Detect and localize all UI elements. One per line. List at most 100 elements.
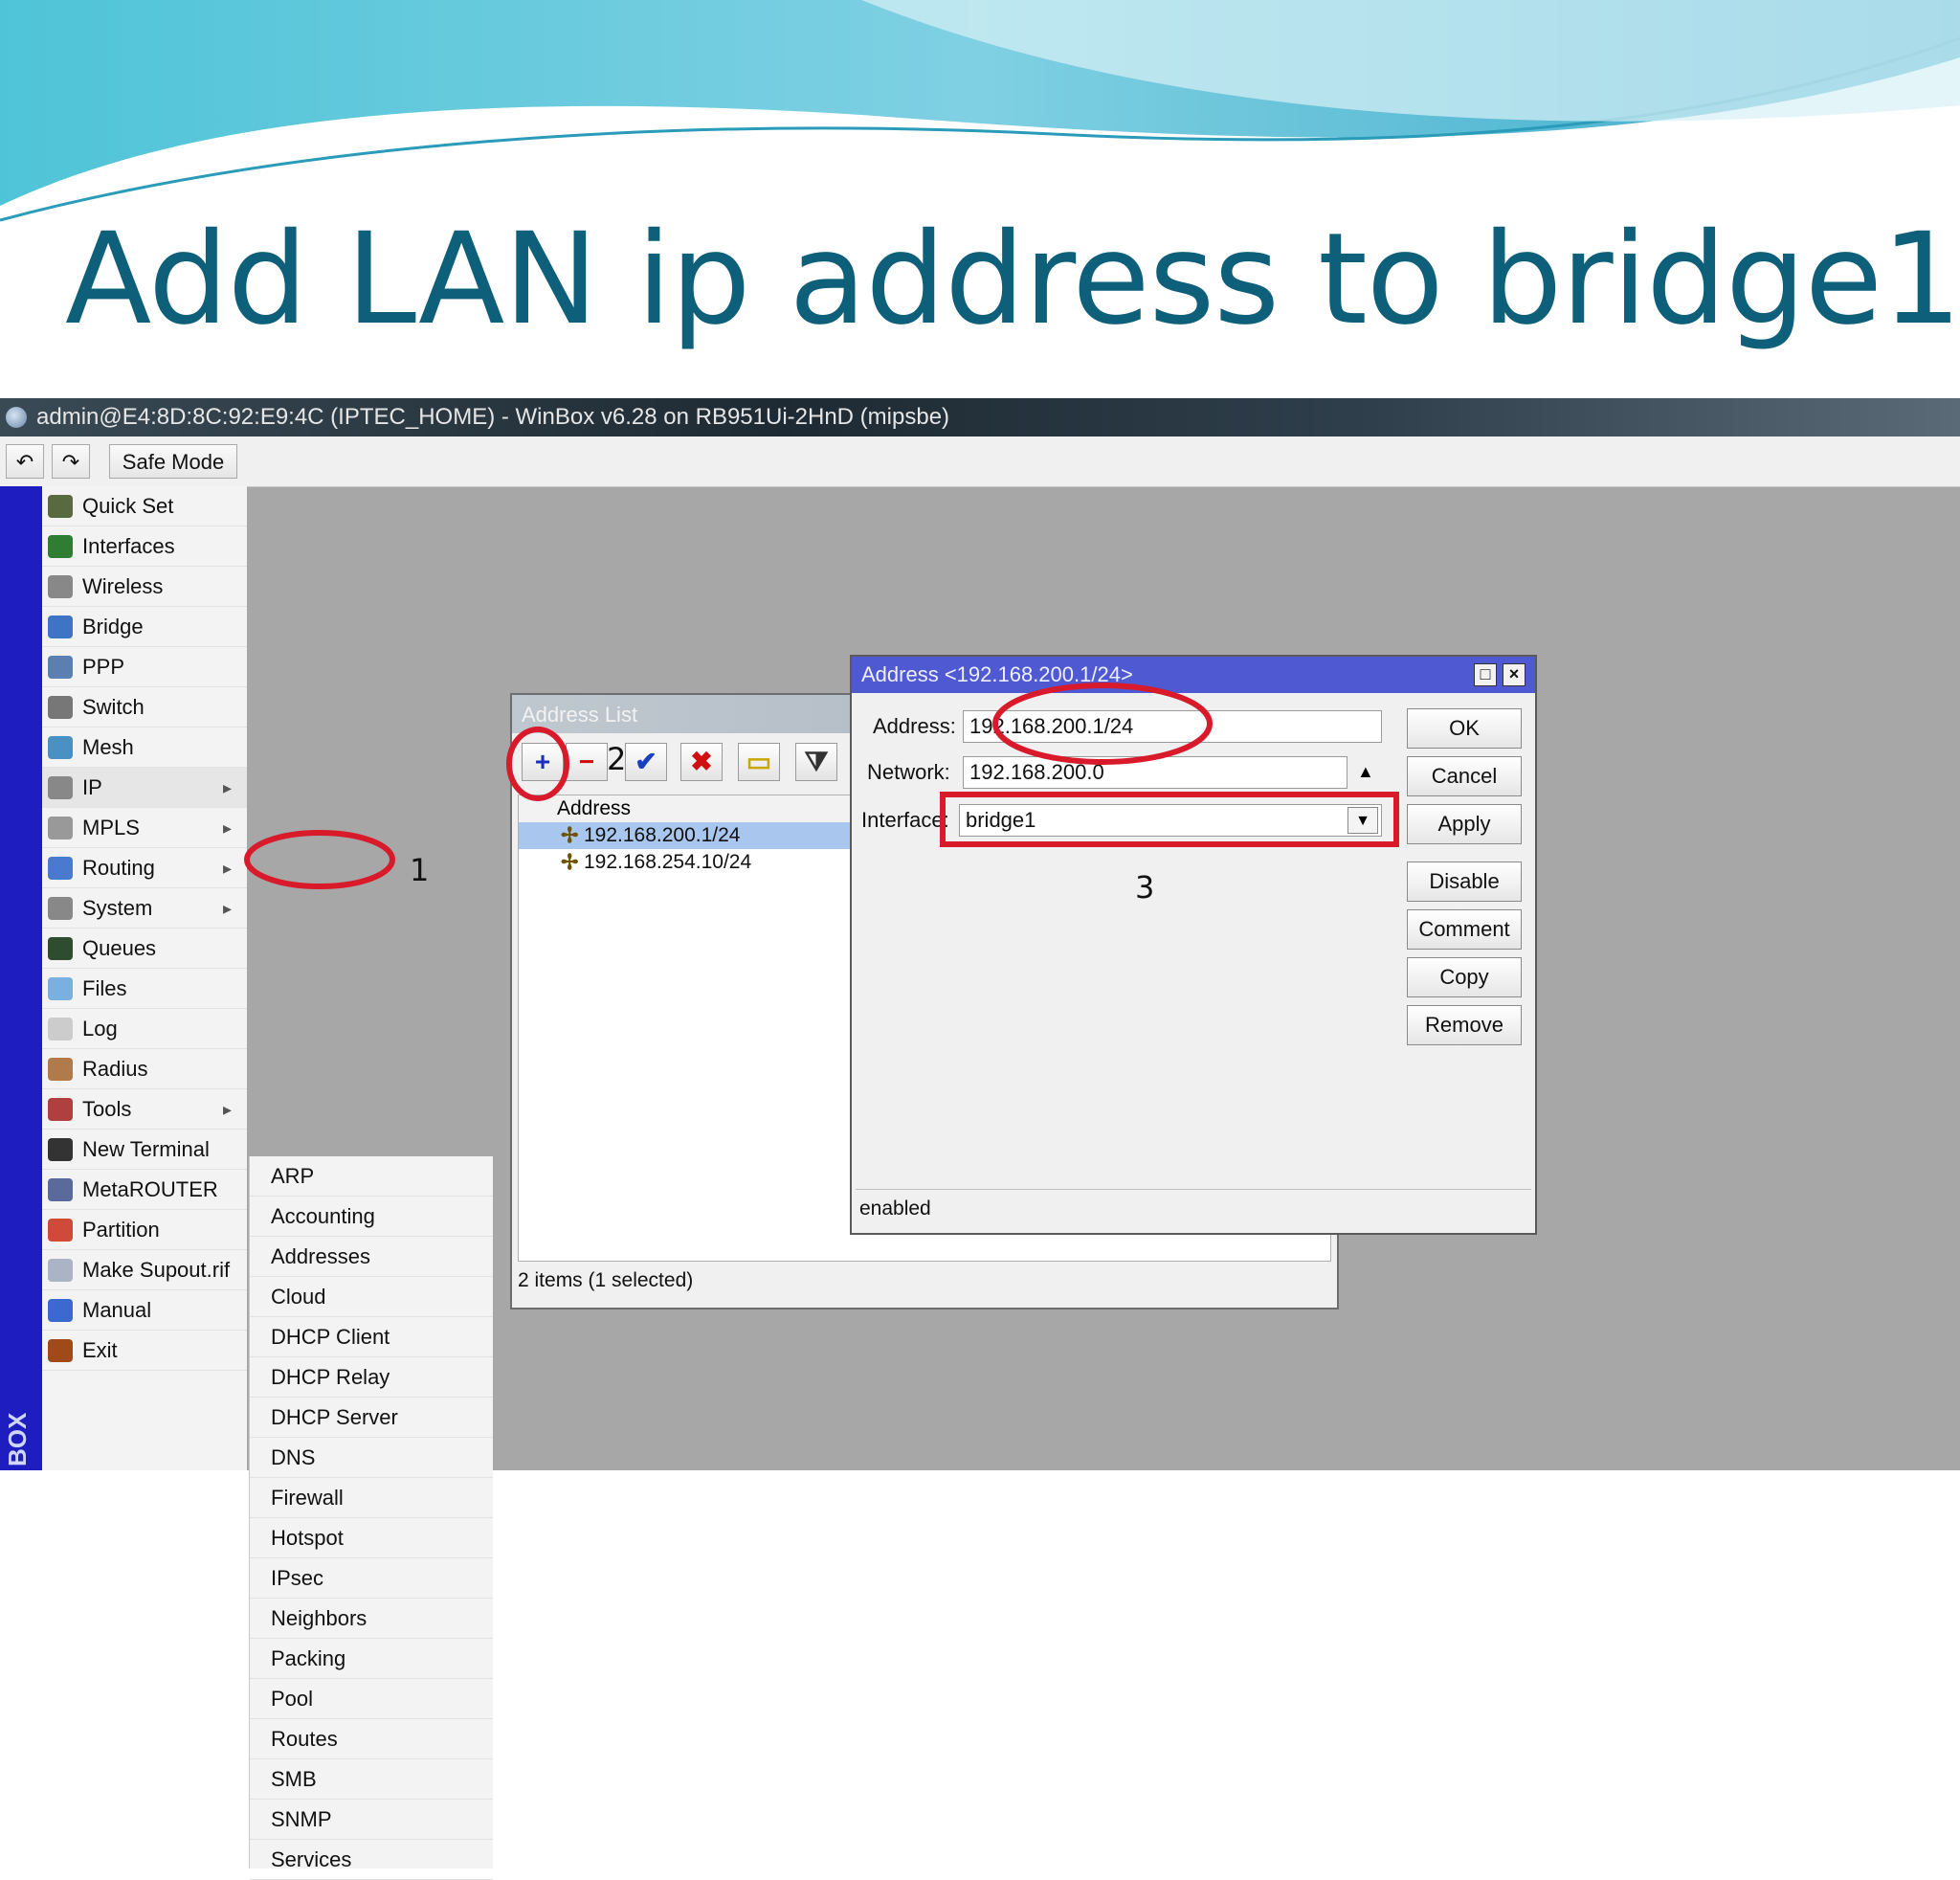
- sidebar-item-ip[interactable]: IP ▸: [42, 768, 247, 808]
- sidebar-item-label: Make Supout.rif: [82, 1258, 231, 1282]
- tools-icon: [48, 1098, 73, 1121]
- sidebar-menu: Quick Set Interfaces Wireless Bridge PPP Swit…: [42, 486, 247, 1470]
- copy-button[interactable]: Copy: [1407, 957, 1522, 997]
- check-icon: ✔: [635, 747, 657, 776]
- sidebar-item-label: Interfaces: [82, 534, 175, 558]
- redo-button[interactable]: ↷: [52, 444, 90, 479]
- ip-submenu-item-dhcp-server[interactable]: DHCP Server: [250, 1398, 493, 1438]
- ip-address-icon: ✢: [561, 823, 579, 847]
- sidebar-item-wireless[interactable]: Wireless: [42, 567, 247, 607]
- column-header-address[interactable]: Address: [557, 795, 631, 822]
- address-cell: 192.168.200.1/24: [584, 824, 741, 846]
- sidebar-item-radius[interactable]: Radius: [42, 1049, 247, 1089]
- ip-submenu-item-routes[interactable]: Routes: [250, 1719, 493, 1759]
- undo-icon: ↶: [15, 450, 34, 474]
- sidebar-item-partition[interactable]: Partition: [42, 1210, 247, 1250]
- ip-submenu-item-ipsec[interactable]: IPsec: [250, 1558, 493, 1599]
- apply-button[interactable]: Apply: [1407, 804, 1522, 844]
- ip-submenu-item-dhcp-relay[interactable]: DHCP Relay: [250, 1357, 493, 1398]
- sidebar-item-exit[interactable]: Exit: [42, 1331, 247, 1371]
- filter-button[interactable]: ⧩: [795, 743, 837, 781]
- ip-submenu-item-smb[interactable]: SMB: [250, 1759, 493, 1800]
- sidebar-item-log[interactable]: Log: [42, 1009, 247, 1049]
- ip-submenu-item-snmp[interactable]: SNMP: [250, 1800, 493, 1840]
- safe-mode-button[interactable]: Safe Mode: [109, 444, 237, 479]
- interfaces-icon: [48, 535, 73, 558]
- disable-button[interactable]: Disable: [1407, 862, 1522, 902]
- sidebar-item-label: IP: [82, 775, 102, 799]
- ip-submenu-item-cloud[interactable]: Cloud: [250, 1277, 493, 1317]
- sidebar-item-ppp[interactable]: PPP: [42, 647, 247, 687]
- winbox-app-icon: [6, 407, 27, 428]
- submenu-arrow-icon: ▸: [222, 899, 232, 918]
- cross-icon: ✖: [690, 747, 713, 776]
- disable-button[interactable]: ✖: [680, 743, 723, 781]
- ip-submenu-item-dhcp-client[interactable]: DHCP Client: [250, 1317, 493, 1357]
- sidebar-item-system[interactable]: System ▸: [42, 888, 247, 929]
- sidebar-item-new-terminal[interactable]: New Terminal: [42, 1130, 247, 1170]
- sidebar-item-manual[interactable]: Manual: [42, 1290, 247, 1331]
- ok-button[interactable]: OK: [1407, 708, 1522, 749]
- filter-icon: ⧩: [804, 747, 829, 776]
- ip-submenu-item-firewall[interactable]: Firewall: [250, 1478, 493, 1518]
- sidebar-item-label: Wireless: [82, 574, 164, 598]
- interface-select[interactable]: bridge1: [959, 804, 1382, 837]
- address-field[interactable]: 192.168.200.1/24: [963, 710, 1382, 743]
- sidebar-item-routing[interactable]: Routing ▸: [42, 848, 247, 888]
- sidebar-item-label: Files: [82, 976, 127, 1000]
- sidebar-item-interfaces[interactable]: Interfaces: [42, 526, 247, 567]
- plus-icon: +: [534, 747, 551, 776]
- ip-submenu-item-packing[interactable]: Packing: [250, 1639, 493, 1679]
- mpls-icon: [48, 817, 73, 839]
- sidebar-item-mesh[interactable]: Mesh: [42, 727, 247, 768]
- comment-button[interactable]: Comment: [1407, 909, 1522, 950]
- submenu-arrow-icon: ▸: [222, 818, 232, 838]
- ip-submenu-item-hotspot[interactable]: Hotspot: [250, 1518, 493, 1558]
- sidebar-item-label: Bridge: [82, 615, 144, 638]
- sidebar-item-label: Mesh: [82, 735, 134, 759]
- dropdown-arrow-icon[interactable]: ▼: [1348, 807, 1378, 834]
- add-button[interactable]: +: [522, 743, 564, 781]
- remove-button[interactable]: Remove: [1407, 1005, 1522, 1045]
- undo-button[interactable]: ↶: [6, 444, 44, 479]
- address-cell: 192.168.254.10/24: [584, 851, 752, 873]
- maximize-button[interactable]: □: [1474, 663, 1497, 686]
- submenu-arrow-icon: ▸: [222, 859, 232, 878]
- sidebar-item-switch[interactable]: Switch: [42, 687, 247, 727]
- dialog-status: enabled: [856, 1189, 1531, 1227]
- enable-button[interactable]: ✔: [625, 743, 667, 781]
- sidebar-item-tools[interactable]: Tools ▸: [42, 1089, 247, 1130]
- address-list-status: 2 items (1 selected): [518, 1269, 694, 1291]
- sidebar-item-files[interactable]: Files: [42, 969, 247, 1009]
- sidebar-item-label: MPLS: [82, 816, 140, 839]
- sidebar-item-mpls[interactable]: MPLS ▸: [42, 808, 247, 848]
- sidebar-item-queues[interactable]: Queues: [42, 929, 247, 969]
- ip-submenu-item-arp[interactable]: ARP: [250, 1156, 493, 1197]
- sidebar-item-label: Quick Set: [82, 494, 174, 518]
- ip-submenu-item-accounting[interactable]: Accounting: [250, 1197, 493, 1237]
- routing-icon: [48, 857, 73, 880]
- comment-button[interactable]: ▭: [738, 743, 780, 781]
- sidebar-item-label: System: [82, 896, 153, 920]
- remove-button[interactable]: −: [566, 743, 608, 781]
- sidebar-item-make-supout-rif[interactable]: Make Supout.rif: [42, 1250, 247, 1290]
- ip-submenu-item-neighbors[interactable]: Neighbors: [250, 1599, 493, 1639]
- minus-icon: −: [578, 747, 595, 776]
- close-button[interactable]: ×: [1503, 663, 1526, 686]
- sidebar-item-label: Tools: [82, 1097, 132, 1121]
- sidebar-item-bridge[interactable]: Bridge: [42, 607, 247, 647]
- network-field[interactable]: 192.168.200.0: [963, 756, 1348, 789]
- step-1-annotation: 1: [410, 852, 430, 888]
- sidebar-item-quick-set[interactable]: Quick Set: [42, 486, 247, 526]
- ip-submenu-item-services[interactable]: Services: [250, 1840, 493, 1880]
- switch-icon: [48, 696, 73, 719]
- ip-submenu-item-dns[interactable]: DNS: [250, 1438, 493, 1478]
- cancel-button[interactable]: Cancel: [1407, 756, 1522, 796]
- ip-submenu-item-pool[interactable]: Pool: [250, 1679, 493, 1719]
- ip-submenu-item-addresses[interactable]: Addresses: [250, 1237, 493, 1277]
- slide-title: Add LAN ip address to bridge1: [65, 206, 1960, 353]
- log-icon: [48, 1018, 73, 1041]
- sidebar-item-metarouter[interactable]: MetaROUTER: [42, 1170, 247, 1210]
- sidebar-item-label: Partition: [82, 1218, 160, 1242]
- collapse-arrow-icon[interactable]: ▲: [1357, 762, 1374, 782]
